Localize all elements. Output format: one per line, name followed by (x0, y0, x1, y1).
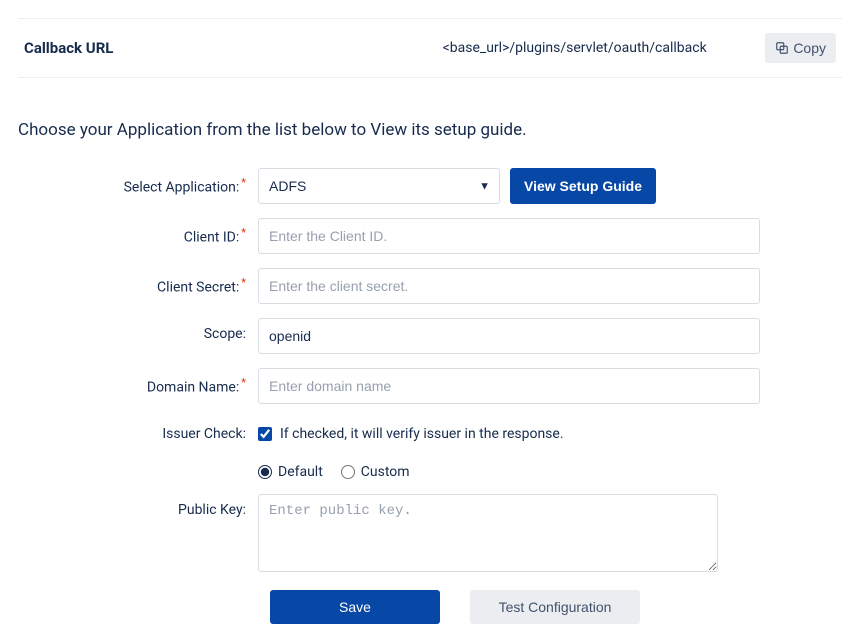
radio-default[interactable] (258, 465, 272, 479)
public-key-textarea[interactable] (258, 494, 718, 572)
client-secret-input[interactable] (258, 268, 760, 304)
label-scope: Scope: (18, 318, 258, 342)
label-domain-name: Domain Name:* (18, 368, 258, 396)
row-scope: Scope: (18, 318, 842, 354)
radio-custom-label: Custom (361, 464, 410, 480)
issuer-check-checkbox[interactable] (258, 427, 272, 441)
row-select-application: Select Application:* ADFS ▼ View Setup G… (18, 168, 842, 204)
row-client-id: Client ID:* (18, 218, 842, 254)
callback-url-label: Callback URL (24, 39, 384, 57)
select-application-dropdown[interactable]: ADFS (258, 168, 500, 204)
domain-name-input[interactable] (258, 368, 760, 404)
row-domain-name: Domain Name:* (18, 368, 842, 404)
radio-custom[interactable] (341, 465, 355, 479)
radio-default-wrapper[interactable]: Default (258, 464, 323, 480)
client-id-input[interactable] (258, 218, 760, 254)
callback-url-value: <base_url>/plugins/servlet/oauth/callbac… (384, 40, 765, 56)
scope-input[interactable] (258, 318, 760, 354)
copy-icon (775, 41, 789, 55)
label-select-application: Select Application:* (18, 168, 258, 196)
issuer-check-text: If checked, it will verify issuer in the… (280, 426, 564, 442)
radio-custom-wrapper[interactable]: Custom (341, 464, 410, 480)
view-setup-guide-button[interactable]: View Setup Guide (510, 168, 656, 204)
instructions-text: Choose your Application from the list be… (18, 120, 842, 140)
callback-url-row: Callback URL <base_url>/plugins/servlet/… (18, 18, 842, 78)
row-client-secret: Client Secret:* (18, 268, 842, 304)
radio-default-label: Default (278, 464, 323, 480)
label-public-key: Public Key: (18, 494, 258, 518)
test-configuration-button[interactable]: Test Configuration (470, 590, 640, 624)
label-issuer-check: Issuer Check: (18, 418, 258, 442)
row-public-key: Public Key: (18, 494, 842, 572)
copy-button[interactable]: Copy (765, 33, 836, 63)
save-button[interactable]: Save (270, 590, 440, 624)
button-row: Save Test Configuration (270, 590, 842, 624)
row-issuer-check: Issuer Check: If checked, it will verify… (18, 418, 842, 442)
label-client-secret: Client Secret:* (18, 268, 258, 296)
copy-button-label: Copy (793, 40, 826, 56)
row-radio: Default Custom (18, 456, 842, 480)
label-client-id: Client ID:* (18, 218, 258, 246)
